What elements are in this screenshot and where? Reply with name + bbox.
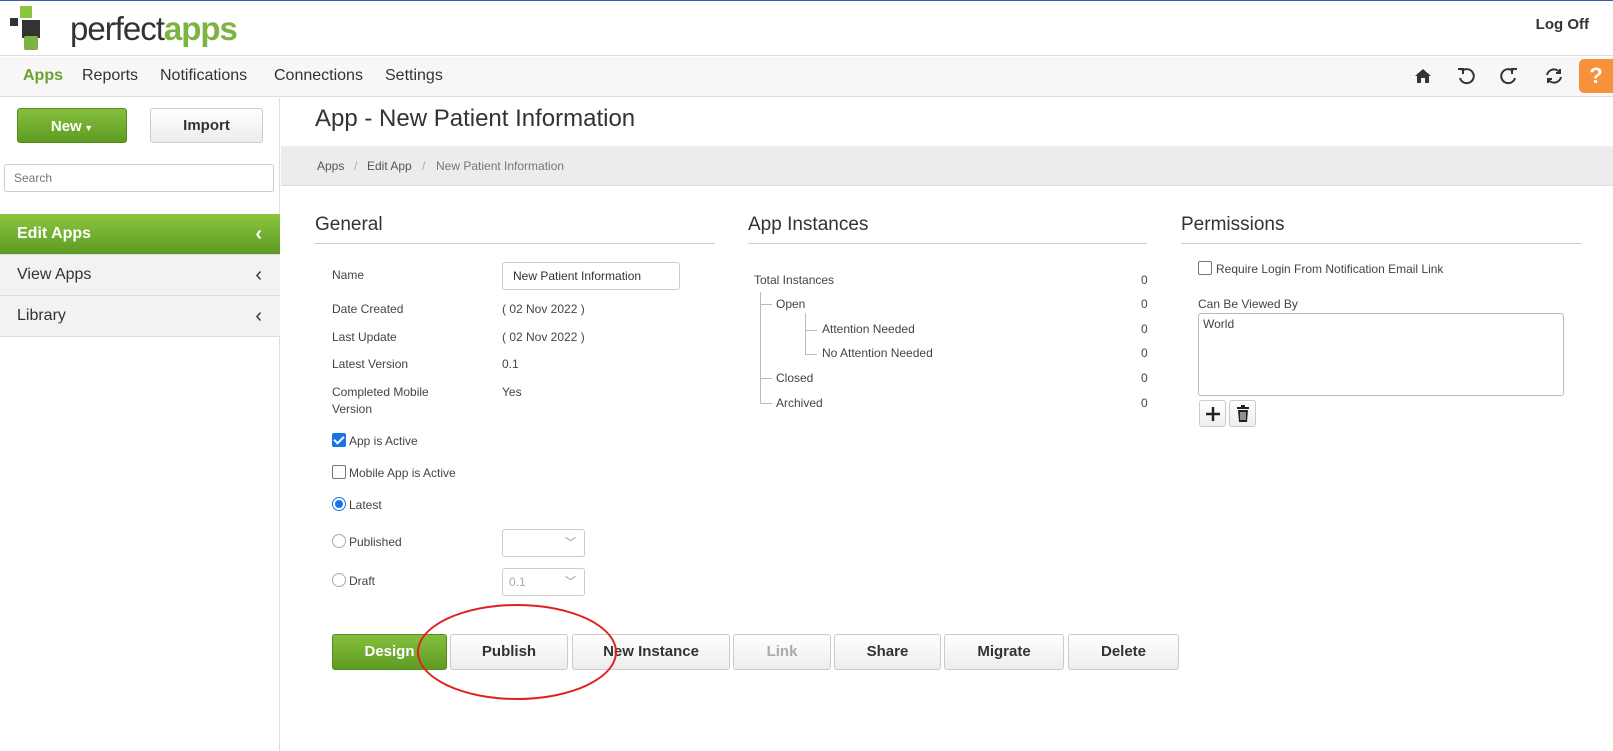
viewed-by-label: Can Be Viewed By — [1198, 297, 1298, 311]
date-created-value: ( 02 Nov 2022 ) — [502, 302, 585, 316]
migrate-button[interactable]: Migrate — [944, 634, 1064, 670]
chevron-left-icon: ‹ — [255, 305, 262, 327]
sidebar: New ▼ Import Edit Apps‹ View Apps‹ Libra… — [0, 98, 280, 751]
redo-icon[interactable] — [1498, 65, 1520, 87]
published-version-select[interactable]: ﹀ — [502, 529, 585, 557]
tree-line — [805, 313, 806, 355]
nav-item-settings[interactable]: Settings — [385, 67, 443, 85]
app-active-checkbox[interactable] — [332, 433, 346, 447]
link-button[interactable]: Link — [733, 634, 831, 670]
logo[interactable]: perfectapps — [10, 6, 260, 54]
main-nav: Apps Reports Notifications Connections S… — [0, 57, 1613, 97]
instances-attention-value: 0 — [1141, 322, 1148, 336]
name-field[interactable]: New Patient Information — [502, 262, 680, 290]
breadcrumb-apps[interactable]: Apps — [317, 159, 344, 173]
completed-mobile-label: Completed Mobile — [332, 385, 429, 399]
section-divider — [748, 243, 1147, 244]
nav-item-apps[interactable]: Apps — [23, 67, 63, 85]
refresh-icon[interactable] — [1543, 65, 1565, 87]
tree-line — [760, 304, 772, 305]
app-header: perfectapps Log Off — [0, 1, 1613, 56]
delete-permission-button[interactable] — [1229, 400, 1256, 427]
instances-archived-label: Archived — [776, 396, 823, 410]
chevron-left-icon: ‹ — [255, 264, 262, 286]
add-permission-button[interactable] — [1199, 400, 1226, 427]
nav-item-reports[interactable]: Reports — [82, 67, 138, 85]
plus-icon — [1205, 407, 1220, 421]
page-title: App - New Patient Information — [315, 105, 636, 132]
logoff-link[interactable]: Log Off — [1536, 16, 1589, 33]
last-update-value: ( 02 Nov 2022 ) — [502, 330, 585, 344]
undo-icon[interactable] — [1455, 65, 1477, 87]
share-button[interactable]: Share — [834, 634, 941, 670]
draft-label: Draft — [349, 574, 376, 588]
mobile-active-label: Mobile App is Active — [349, 466, 456, 480]
chevron-left-icon: ‹ — [255, 223, 262, 245]
delete-button[interactable]: Delete — [1068, 634, 1179, 670]
require-login-label: Require Login From Notification Email Li… — [1216, 262, 1444, 276]
breadcrumb-separator: / — [422, 159, 426, 173]
instances-closed-label: Closed — [776, 371, 814, 385]
tree-line — [760, 403, 772, 404]
viewed-by-list[interactable]: World — [1198, 313, 1564, 396]
instances-open-label: Open — [776, 297, 806, 311]
last-update-label: Last Update — [332, 330, 397, 344]
breadcrumb-separator: / — [354, 159, 358, 173]
require-login-checkbox[interactable] — [1198, 261, 1212, 275]
mobile-active-checkbox[interactable] — [332, 465, 346, 479]
latest-radio[interactable] — [332, 497, 346, 511]
app-active-label: App is Active — [349, 434, 418, 448]
section-divider — [1181, 243, 1581, 244]
new-button[interactable]: New ▼ — [17, 108, 127, 143]
caret-down-icon: ▼ — [81, 123, 94, 133]
nav-item-connections[interactable]: Connections — [274, 67, 363, 85]
home-icon[interactable] — [1412, 65, 1434, 87]
import-button[interactable]: Import — [150, 108, 263, 143]
instances-attention-label: Attention Needed — [822, 322, 915, 336]
chevron-down-icon: ﹀ — [565, 537, 576, 549]
annotation-circle — [417, 604, 617, 700]
draft-version-select[interactable]: 0.1 ﹀ — [502, 568, 585, 596]
breadcrumb: Apps / Edit App / New Patient Informatio… — [281, 146, 1613, 186]
name-label: Name — [332, 268, 365, 282]
date-created-label: Date Created — [332, 302, 404, 316]
instances-open-value: 0 — [1141, 297, 1148, 311]
search-input[interactable] — [4, 164, 274, 192]
instances-archived-value: 0 — [1141, 396, 1148, 410]
nav-item-notifications[interactable]: Notifications — [160, 67, 247, 85]
latest-version-value: 0.1 — [502, 357, 519, 371]
general-section-title: General — [315, 214, 383, 235]
published-label: Published — [349, 535, 402, 549]
tree-line — [805, 354, 817, 355]
trash-icon — [1236, 405, 1249, 422]
latest-label: Latest — [349, 498, 382, 512]
published-radio[interactable] — [332, 534, 346, 548]
draft-radio[interactable] — [332, 573, 346, 587]
viewed-by-item[interactable]: World — [1203, 317, 1559, 331]
sidebar-item-edit-apps[interactable]: Edit Apps ‹ — [0, 214, 280, 255]
instances-no-attention-label: No Attention Needed — [822, 346, 933, 360]
tree-line — [760, 292, 761, 404]
tree-line — [760, 378, 772, 379]
instances-no-attention-value: 0 — [1141, 346, 1148, 360]
instances-total-value: 0 — [1141, 273, 1148, 287]
sidebar-item-library[interactable]: Library ‹ — [0, 296, 280, 337]
breadcrumb-edit-app[interactable]: Edit App — [367, 159, 412, 173]
help-button[interactable]: ? — [1579, 59, 1613, 93]
section-divider — [315, 243, 715, 244]
latest-version-label: Latest Version — [332, 357, 409, 371]
permissions-section-title: Permissions — [1181, 214, 1285, 235]
breadcrumb-current: New Patient Information — [436, 159, 565, 173]
logo-mark-icon — [10, 6, 40, 50]
instances-section-title: App Instances — [748, 214, 869, 235]
instances-total-label: Total Instances — [754, 273, 835, 287]
chevron-down-icon: ﹀ — [565, 576, 576, 588]
instances-closed-value: 0 — [1141, 371, 1148, 385]
completed-mobile-value: Yes — [502, 385, 522, 399]
sidebar-item-view-apps[interactable]: View Apps ‹ — [0, 255, 280, 296]
logo-text: perfectapps — [70, 10, 238, 47]
completed-mobile-label-line2: Version — [332, 402, 373, 416]
tree-line — [805, 330, 817, 331]
